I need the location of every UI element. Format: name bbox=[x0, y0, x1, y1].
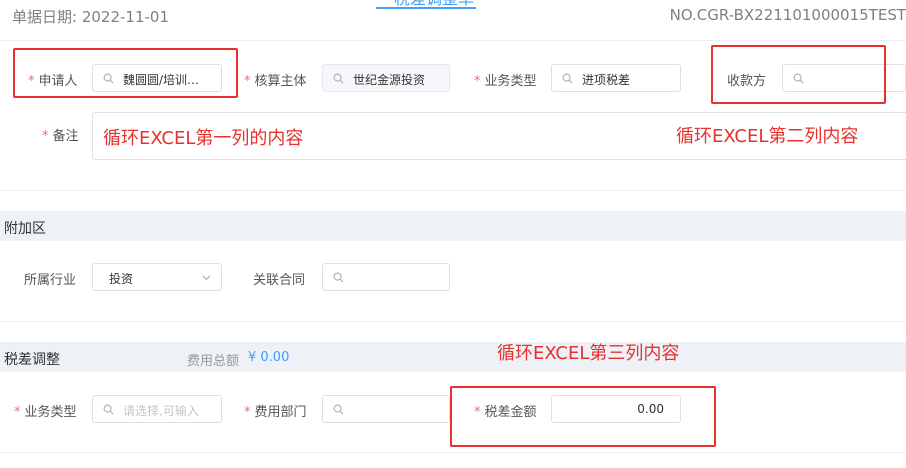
required-mark: * bbox=[244, 405, 251, 420]
accounting-entity-value: 世纪金源投资 bbox=[353, 73, 426, 87]
search-icon bbox=[103, 404, 114, 415]
chevron-down-icon bbox=[202, 275, 211, 281]
tax-section-header bbox=[0, 342, 906, 372]
search-icon bbox=[562, 73, 573, 84]
expense-total-value: ¥ 0.00 bbox=[248, 350, 290, 365]
search-icon bbox=[333, 404, 344, 415]
department-label: * 费用部门 bbox=[244, 405, 307, 420]
annotation-box bbox=[13, 48, 238, 98]
page-title: 一税差调整单 bbox=[376, 0, 477, 9]
divider bbox=[0, 452, 906, 453]
divider bbox=[0, 40, 906, 41]
document-date: 单据日期: 2022-11-01 bbox=[12, 8, 169, 26]
required-mark: * bbox=[42, 129, 49, 144]
annotation-column-1: 循环EXCEL第一列的内容 bbox=[103, 128, 304, 149]
search-icon bbox=[333, 73, 344, 84]
additional-section-header bbox=[0, 211, 906, 241]
department-field[interactable] bbox=[322, 395, 450, 423]
tax-section-title: 税差调整 bbox=[4, 352, 60, 368]
tax-business-type-label: * 业务类型 bbox=[14, 405, 77, 420]
additional-section-title: 附加区 bbox=[4, 221, 46, 237]
contract-label: 关联合同 bbox=[253, 273, 306, 288]
annotation-column-3: 循环EXCEL第三列内容 bbox=[497, 343, 680, 364]
expense-total-label: 费用总额 bbox=[187, 354, 240, 369]
required-mark: * bbox=[474, 74, 481, 89]
annotation-box bbox=[711, 45, 886, 104]
contract-field[interactable] bbox=[322, 263, 450, 291]
accounting-entity-field[interactable]: 世纪金源投资 bbox=[322, 64, 450, 92]
business-type-field[interactable]: 进项税差 bbox=[551, 64, 681, 92]
industry-select[interactable]: 投资 bbox=[92, 263, 222, 291]
remark-label: * 备注 bbox=[42, 129, 79, 144]
required-mark: * bbox=[244, 74, 251, 89]
search-icon bbox=[333, 272, 344, 283]
annotation-box bbox=[450, 386, 716, 447]
annotation-column-2: 循环EXCEL第二列内容 bbox=[676, 126, 859, 147]
divider bbox=[0, 190, 906, 191]
accounting-entity-label: * 核算主体 bbox=[244, 74, 307, 89]
tax-business-type-field[interactable]: 请选择,可输入 bbox=[92, 395, 222, 423]
tax-business-type-placeholder: 请选择,可输入 bbox=[123, 404, 199, 418]
document-number: NO.CGR-BX221101000015TEST bbox=[669, 6, 906, 24]
divider bbox=[0, 321, 906, 322]
required-mark: * bbox=[14, 405, 21, 420]
business-type-label: * 业务类型 bbox=[474, 74, 537, 89]
industry-value: 投资 bbox=[109, 272, 134, 286]
industry-label: 所属行业 bbox=[24, 273, 77, 288]
business-type-value: 进项税差 bbox=[582, 73, 631, 87]
